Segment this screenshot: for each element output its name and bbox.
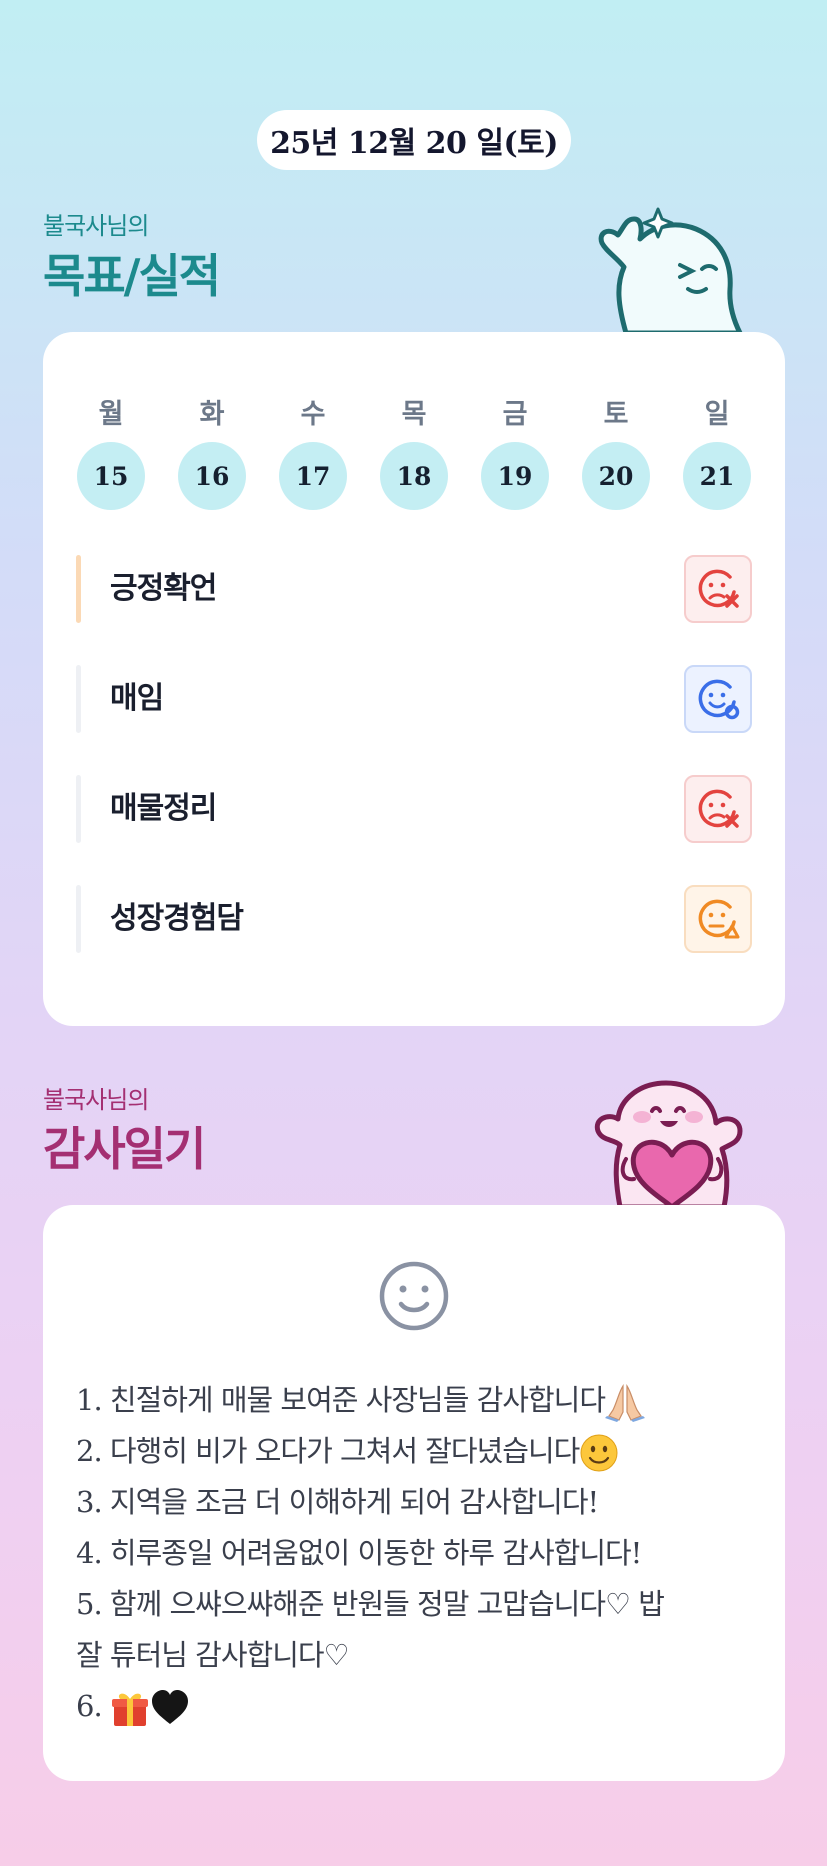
smiling-face-icon <box>580 1434 618 1472</box>
weekday-label: 토 <box>603 399 629 430</box>
weekday-label: 화 <box>199 399 225 430</box>
day-20[interactable]: 20 <box>582 442 650 510</box>
praying-hands-icon <box>605 1384 646 1422</box>
goal-status-button[interactable] <box>684 665 752 733</box>
goal-status-button[interactable] <box>684 775 752 843</box>
goal-accent-bar <box>76 555 81 623</box>
day-17[interactable]: 17 <box>279 442 347 510</box>
weekday-label: 일 <box>704 399 730 430</box>
day-18[interactable]: 18 <box>380 442 448 510</box>
diary-line: 5. 함께 으쌰으쌰해준 반원들 정말 고맙습니다♡ 밥 <box>76 1587 665 1621</box>
gift-icon <box>111 1693 148 1726</box>
black-heart-icon <box>151 1690 188 1724</box>
weekday-label: 금 <box>502 399 528 430</box>
day-15[interactable]: 15 <box>77 442 145 510</box>
diary-subtitle: 불국사님의 <box>43 1086 149 1114</box>
smile-face-check-icon <box>698 679 740 720</box>
goal-accent-bar <box>76 885 81 953</box>
goals-subtitle: 불국사님의 <box>43 212 149 240</box>
weekday-label: 수 <box>300 399 326 430</box>
weekday-label: 목 <box>401 399 427 430</box>
weekday-row: 월 화 수 목 금 토 일 <box>43 392 785 432</box>
diary-line: 4. 히루종일 어려움없이 이동한 하루 감사합니다! <box>76 1536 642 1570</box>
diary-card: 1. 친절하게 매물 보여준 사장님들 감사합니다 2. 다행히 비가 오다가 … <box>43 1205 785 1781</box>
goals-title: 목표/실적 <box>43 249 221 303</box>
day-16[interactable]: 16 <box>178 442 246 510</box>
goal-label: 매물정리 <box>110 791 217 826</box>
goal-label: 매임 <box>110 681 164 716</box>
mascot-pointing-icon <box>598 207 743 335</box>
day-19[interactable]: 19 <box>481 442 549 510</box>
sad-face-x-icon <box>698 569 739 608</box>
goal-label: 성장경험담 <box>110 901 244 936</box>
diary-entry: 1. 친절하게 매물 보여준 사장님들 감사합니다 2. 다행히 비가 오다가 … <box>76 1375 756 1732</box>
goal-row: 매임 <box>76 665 752 733</box>
goal-row: 매물정리 <box>76 775 752 843</box>
goal-row: 성장경험담 <box>76 885 752 953</box>
date-label: 25년 12월 20 일(토) <box>270 126 558 161</box>
diary-line: 1. 친절하게 매물 보여준 사장님들 감사합니다 <box>76 1375 756 1426</box>
diary-title: 감사일기 <box>43 1122 206 1176</box>
goal-label: 긍정확언 <box>110 571 217 606</box>
weekday-label: 월 <box>98 399 124 430</box>
smile-icon <box>379 1261 449 1331</box>
goals-card: 월 화 수 목 금 토 일 15 16 17 18 19 20 21 긍정확언 … <box>43 332 785 1026</box>
goal-accent-bar <box>76 775 81 843</box>
diary-line: 3. 지역을 조금 더 이해하게 되어 감사합니다! <box>76 1485 599 1519</box>
diary-line: 2. 다행히 비가 오다가 그쳐서 잘다녔습니다 <box>76 1426 756 1477</box>
day-21[interactable]: 21 <box>683 442 751 510</box>
diary-line: 잘 튜터님 감사합니다♡ <box>76 1638 350 1672</box>
neutral-face-triangle-icon <box>698 899 740 939</box>
goal-row: 긍정확언 <box>76 555 752 623</box>
sad-face-x-icon <box>698 789 739 828</box>
goal-status-button[interactable] <box>684 885 752 953</box>
goal-accent-bar <box>76 665 81 733</box>
date-pill[interactable]: 25년 12월 20 일(토) <box>257 110 571 170</box>
goal-status-button[interactable] <box>684 555 752 623</box>
diary-line: 6. <box>76 1681 756 1732</box>
mascot-heart-icon <box>594 1080 743 1207</box>
